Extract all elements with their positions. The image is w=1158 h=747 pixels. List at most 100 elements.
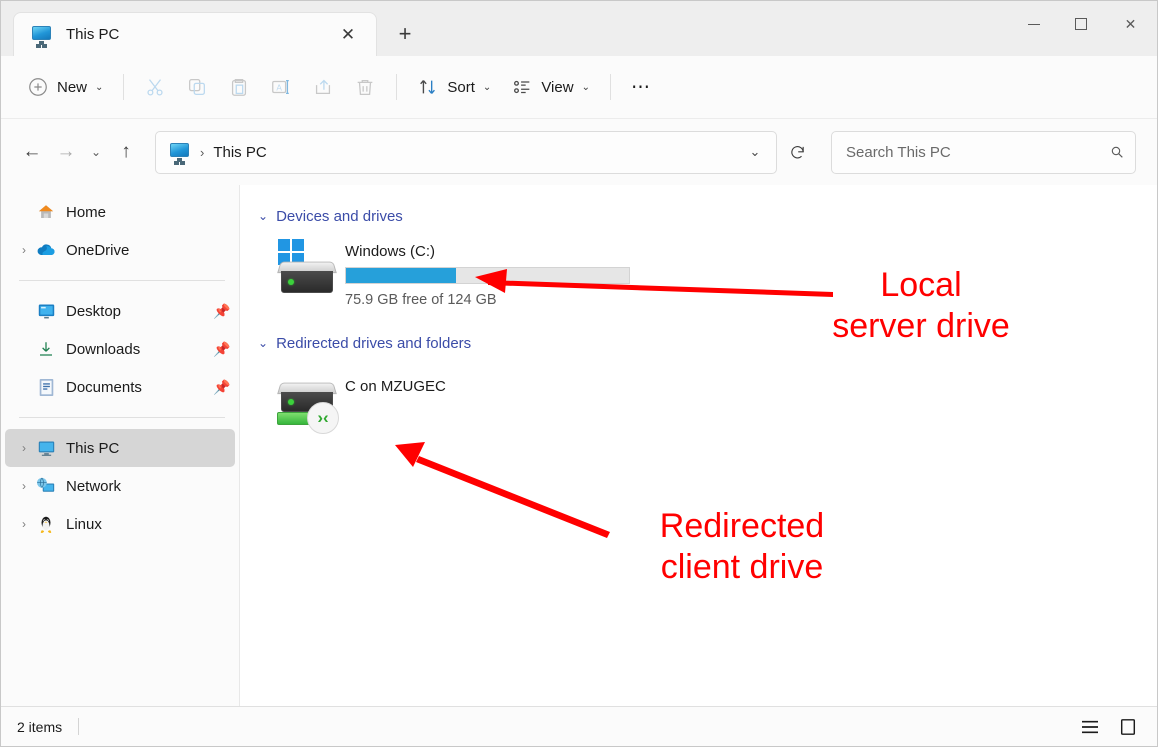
sidebar-item-onedrive[interactable]: › OneDrive [5,231,235,269]
recent-locations-button[interactable]: ⌄ [83,135,109,169]
minimize-button[interactable] [1010,1,1057,47]
list-view-icon [1080,719,1100,735]
details-pane-icon [1119,718,1137,736]
sidebar-item-network[interactable]: › Network [5,467,235,505]
group-header-redirected-drives[interactable]: ⌄ Redirected drives and folders [250,330,1157,356]
new-button-label: New [57,79,87,96]
plus-circle-icon [27,76,49,98]
up-button[interactable]: ↑ [109,135,143,169]
breadcrumb-dropdown-icon[interactable]: ⌄ [740,135,770,169]
status-bar: 2 items [1,706,1157,746]
tab-label: This PC [66,26,334,43]
desktop-icon [35,303,57,320]
chevron-down-icon: ⌄ [582,82,590,93]
expander[interactable]: › [13,479,35,493]
penguin-icon [35,515,57,534]
back-button[interactable]: ← [15,135,49,169]
close-window-button[interactable]: ✕ [1104,1,1157,47]
search-icon [1109,144,1125,160]
status-separator [78,718,79,735]
chevron-down-icon: ⌄ [95,82,103,93]
window-controls: ✕ [1010,1,1157,47]
copy-icon [186,76,208,98]
monitor-icon [32,25,52,45]
pin-icon[interactable]: 📌 [209,379,235,396]
expander[interactable]: › [13,441,35,455]
search-input[interactable] [846,144,1109,161]
title-bar: This PC ✕ + ✕ [1,1,1157,56]
delete-button[interactable] [344,69,386,105]
sidebar-item-linux[interactable]: › Linux [5,505,235,543]
close-tab-icon[interactable]: ✕ [334,21,362,49]
paste-button[interactable] [218,69,260,105]
forward-button[interactable]: → [49,135,83,169]
group-header-devices-and-drives[interactable]: ⌄ Devices and drives [250,203,1157,229]
tab-this-pc[interactable]: This PC ✕ [13,12,377,56]
more-options-button[interactable]: ⋯ [621,69,661,105]
sidebar-item-label: Network [66,478,209,495]
sidebar-item-downloads[interactable]: Downloads 📌 [5,330,235,368]
sidebar-divider-1 [19,280,225,281]
breadcrumb[interactable]: › This PC ⌄ [155,131,777,174]
rename-icon: A [270,76,292,98]
search-box[interactable] [831,131,1136,174]
list-view-button[interactable] [1077,714,1103,740]
redirected-drive-icon: ›‹ [275,374,345,436]
download-icon [35,340,57,358]
toolbar-separator [123,74,124,100]
new-button[interactable]: New ⌄ [17,69,113,105]
share-button[interactable] [302,69,344,105]
toolbar-separator-3 [610,74,611,100]
ellipsis-icon: ⋯ [631,76,651,99]
expander[interactable]: › [13,243,35,257]
command-bar: New ⌄ A [1,56,1157,119]
breadcrumb-separator: › [200,145,204,160]
sidebar-item-label: This PC [66,440,209,457]
group-title: Redirected drives and folders [276,335,471,352]
drive-details: C on MZUGEC [345,374,446,436]
view-button[interactable]: View ⌄ [501,69,600,105]
paste-icon [228,76,250,98]
cut-button[interactable] [134,69,176,105]
drive-item-c-on-mzugec[interactable]: ›‹ C on MZUGEC [250,360,1157,436]
maximize-button[interactable] [1057,1,1104,47]
new-tab-button[interactable]: + [383,14,427,54]
sidebar-item-label: Documents [66,379,209,396]
file-explorer-window: This PC ✕ + ✕ New ⌄ [0,0,1158,747]
breadcrumb-path: This PC [213,144,740,161]
drive-details: Windows (C:) 75.9 GB free of 124 GB [345,239,630,308]
rename-button[interactable]: A [260,69,302,105]
item-count: 2 items [17,719,62,735]
details-pane-button[interactable] [1115,714,1141,740]
sidebar-item-label: Home [66,204,209,221]
sidebar-item-home[interactable]: Home [5,193,235,231]
sidebar-item-documents[interactable]: Documents 📌 [5,368,235,406]
navigation-pane: Home › OneDrive [1,185,240,706]
address-bar: ← → ⌄ ↑ › This PC ⌄ [1,119,1157,185]
svg-text:A: A [277,84,283,93]
copy-button[interactable] [176,69,218,105]
sort-icon [417,76,439,98]
drive-item-windows-c[interactable]: Windows (C:) 75.9 GB free of 124 GB [250,233,1157,308]
sidebar-divider-2 [19,417,225,418]
pin-icon[interactable]: 📌 [209,303,235,320]
drive-capacity-bar [345,267,630,284]
pin-icon[interactable]: 📌 [209,341,235,358]
sidebar-item-this-pc[interactable]: › This PC [5,429,235,467]
drive-free-space: 75.9 GB free of 124 GB [345,292,630,308]
refresh-button[interactable] [777,131,817,174]
sidebar-item-label: Linux [66,516,209,533]
document-icon [35,378,57,397]
network-icon [35,477,57,495]
expander[interactable]: › [13,517,35,531]
explorer-body: Home › OneDrive [1,185,1157,706]
chevron-down-icon[interactable]: ⌄ [258,336,268,350]
sidebar-item-desktop[interactable]: Desktop 📌 [5,292,235,330]
remote-desktop-badge-icon: ›‹ [307,402,339,434]
scissors-icon [144,76,166,98]
file-list-pane[interactable]: ⌄ Devices and drives Windows (C:) 75.9 G… [240,185,1157,706]
windows-drive-icon [275,239,345,301]
drive-name: Windows (C:) [345,243,630,260]
sort-button[interactable]: Sort ⌄ [407,69,501,105]
chevron-down-icon[interactable]: ⌄ [258,209,268,223]
